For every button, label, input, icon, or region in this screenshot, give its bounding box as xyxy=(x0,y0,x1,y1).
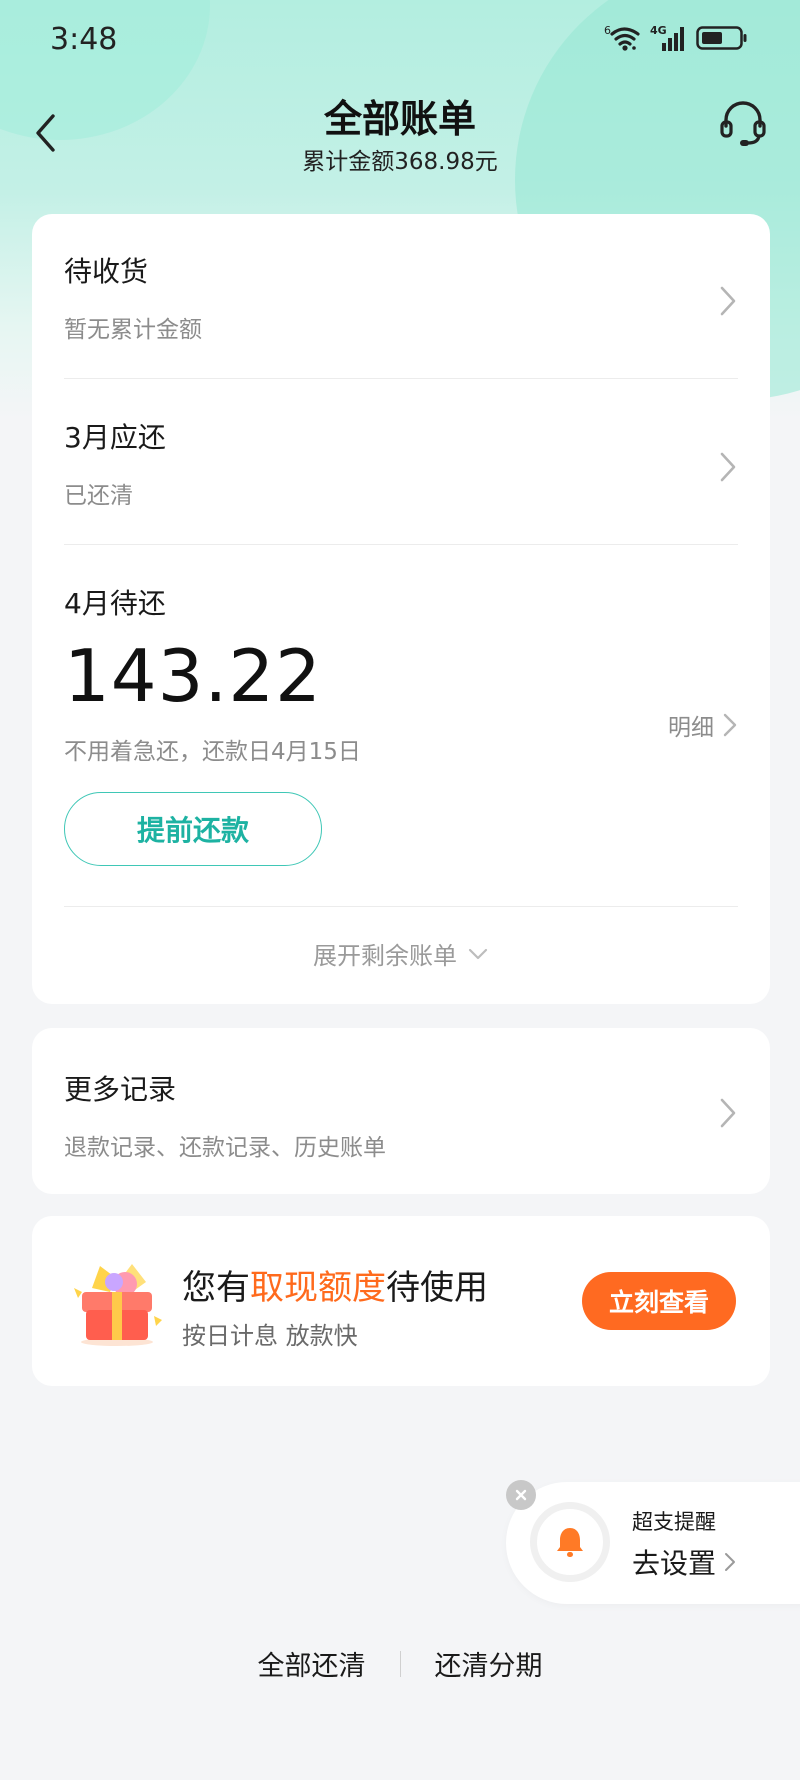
divider xyxy=(64,906,738,907)
battery-icon xyxy=(696,26,747,50)
status-time: 3:48 xyxy=(50,22,118,57)
promo-title-prefix: 您有 xyxy=(182,1268,250,1308)
svg-text:6: 6 xyxy=(604,24,611,37)
chevron-right-icon xyxy=(725,1553,736,1571)
wifi-icon: 6 xyxy=(604,24,640,51)
march-bill-row[interactable]: 3月应还 已还清 xyxy=(64,416,738,526)
headset-icon xyxy=(720,101,766,146)
bottom-actions: 全部还清 还清分期 xyxy=(0,1644,800,1683)
row-subtitle: 暂无累计金额 xyxy=(64,317,202,343)
status-icons: 6 4G xyxy=(604,24,748,52)
expand-label: 展开剩余账单 xyxy=(313,942,457,970)
reminder-setup-link[interactable]: 去设置 xyxy=(632,1542,736,1582)
row-subtitle: 退款记录、还款记录、历史账单 xyxy=(64,1135,386,1161)
april-bill-section: 4月待还 143.22 不用着急还，还款日4月15日 xyxy=(64,582,738,766)
cash-promo-card[interactable]: 您有取现额度待使用 按日计息 放款快 立刻查看 xyxy=(32,1216,770,1386)
promo-title: 您有取现额度待使用 xyxy=(182,1260,488,1309)
chevron-right-icon xyxy=(720,452,736,482)
svg-text:4G: 4G xyxy=(650,24,667,37)
close-icon xyxy=(515,1489,527,1501)
promo-title-suffix: 待使用 xyxy=(386,1268,488,1308)
pay-all-button[interactable]: 全部还清 xyxy=(224,1644,400,1683)
gift-box-icon xyxy=(74,1264,162,1346)
row-title: 更多记录 xyxy=(64,1073,177,1106)
detail-label: 明细 xyxy=(668,715,714,741)
row-title: 待收货 xyxy=(64,255,149,288)
chevron-right-icon xyxy=(720,286,736,316)
customer-service-button[interactable] xyxy=(718,100,768,150)
expand-bills-link[interactable]: 展开剩余账单 xyxy=(32,936,770,971)
bell-badge xyxy=(530,1502,610,1582)
signal-icon: 4G xyxy=(650,24,684,51)
view-now-button[interactable]: 立刻查看 xyxy=(582,1272,736,1330)
row-title: 3月应还 xyxy=(64,421,166,454)
chevron-right-icon xyxy=(720,1098,736,1128)
divider xyxy=(64,544,738,545)
reminder-title: 超支提醒 xyxy=(632,1510,716,1534)
row-subtitle: 已还清 xyxy=(64,483,133,509)
promo-title-highlight: 取现额度 xyxy=(250,1268,386,1308)
detail-link[interactable]: 明细 xyxy=(668,708,738,742)
overspend-reminder-card[interactable]: 超支提醒 去设置 xyxy=(506,1482,800,1604)
row-title: 4月待还 xyxy=(64,587,166,620)
divider xyxy=(64,378,738,379)
pending-delivery-row[interactable]: 待收货 暂无累计金额 xyxy=(64,250,738,360)
promo-subtitle: 按日计息 放款快 xyxy=(182,1322,358,1350)
pay-installment-button[interactable]: 还清分期 xyxy=(401,1644,577,1683)
chevron-right-icon xyxy=(723,713,737,737)
reminder-action-label: 去设置 xyxy=(632,1547,717,1580)
bell-icon xyxy=(557,1528,583,1557)
more-records-row: 更多记录 退款记录、还款记录、历史账单 xyxy=(64,1068,738,1161)
april-amount: 143.22 xyxy=(64,634,322,718)
due-note: 不用着急还，还款日4月15日 xyxy=(64,739,361,765)
page-title: 全部账单 xyxy=(323,97,476,141)
bills-card: 待收货 暂无累计金额 3月应还 已还清 4月待还 143.22 不用着急还，还款… xyxy=(32,214,770,1004)
close-reminder-button[interactable] xyxy=(506,1480,536,1510)
total-amount: 累计金额368.98元 xyxy=(302,149,498,175)
prepay-button[interactable]: 提前还款 xyxy=(64,792,322,866)
more-records-card[interactable]: 更多记录 退款记录、还款记录、历史账单 xyxy=(32,1028,770,1194)
chevron-down-icon xyxy=(468,948,488,959)
